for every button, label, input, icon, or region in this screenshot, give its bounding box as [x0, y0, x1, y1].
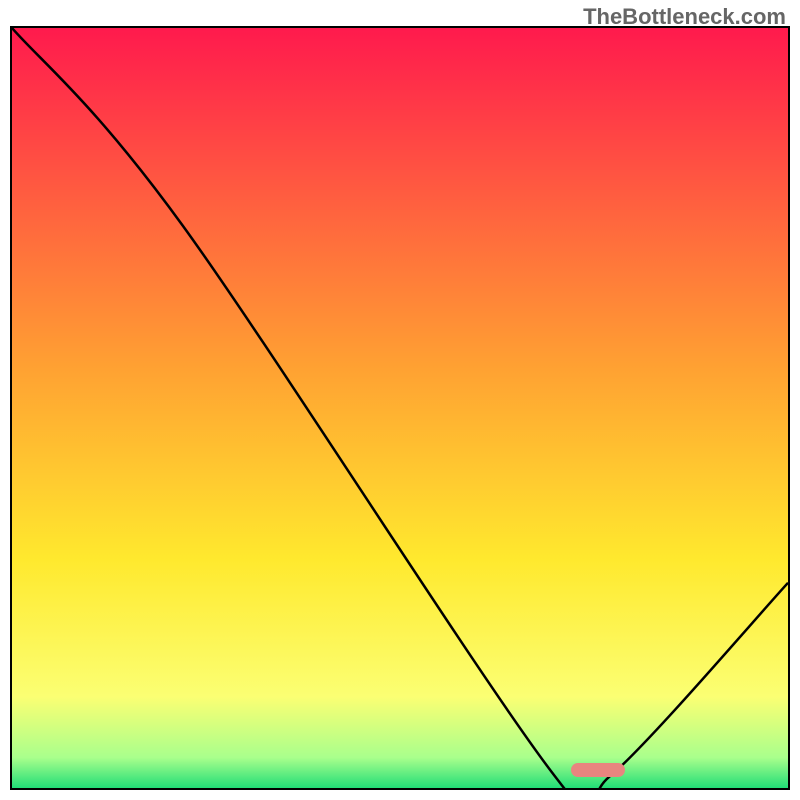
optimal-marker	[571, 763, 625, 777]
plot-frame	[10, 26, 790, 790]
watermark-text: TheBottleneck.com	[583, 4, 786, 30]
plot-background	[12, 28, 788, 788]
